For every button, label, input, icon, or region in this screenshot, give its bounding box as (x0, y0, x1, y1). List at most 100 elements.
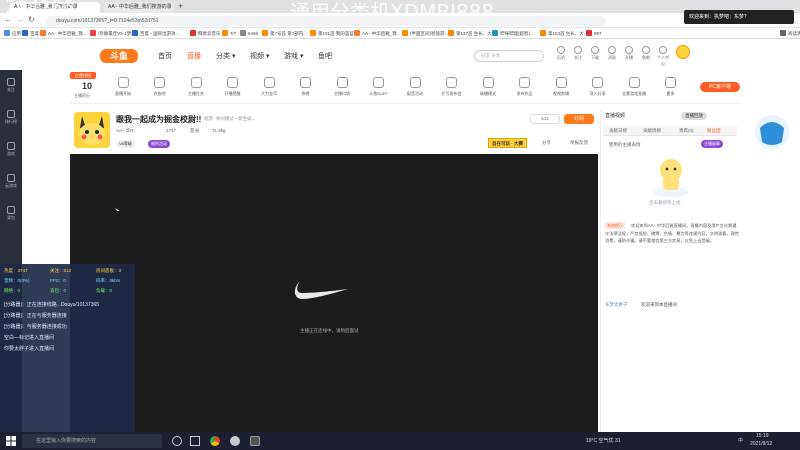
toolbar-item[interactable]: 主播口袋 (329, 77, 355, 97)
pc-client-button[interactable]: PC客户端 (700, 82, 740, 92)
toolbar-item[interactable]: 亦鱼吧 (147, 77, 173, 97)
streamer-avatar[interactable] (74, 112, 110, 148)
forward-icon[interactable]: → (16, 15, 24, 24)
bookmark-label: 网易云音乐 (198, 31, 221, 36)
bookmark-item[interactable]: 阅读清单 (780, 29, 800, 38)
toolbar-item-label: 开播提醒 (224, 91, 241, 96)
toolbar-item[interactable]: 主播任务 (183, 77, 209, 97)
bookmark-item[interactable]: AA - 中华后雅_我... (40, 29, 87, 38)
nav-category[interactable]: 分类 ▾ (216, 51, 235, 61)
toolbar-item[interactable]: 全景游戏直播 (621, 77, 647, 97)
toolbar-item[interactable]: 配音活动 (402, 77, 428, 97)
clock-date[interactable]: 2021/9/12 (750, 441, 772, 447)
broadcast-icon[interactable]: 开播 (623, 46, 635, 61)
bookmark-item[interactable]: AA - 中华后雅_我... (354, 29, 401, 38)
sidebar-follow[interactable]: 关注 (0, 78, 22, 93)
tab-vip[interactable]: 贵宾(0) (679, 128, 694, 134)
toolbar-item[interactable]: 直播开始 (110, 77, 136, 97)
event-badge[interactable]: 福利活动 (148, 140, 170, 148)
weather-status[interactable]: 19°C 空气优 31 (586, 437, 621, 444)
browser-tab[interactable]: AA - 中华后雅_我们搜游的录 (104, 2, 174, 13)
sidebar-cloud-game[interactable]: 云游戏 (0, 174, 22, 189)
bookmark-item[interactable]: 百度 - 国际出游攻... (132, 29, 179, 38)
search-input[interactable]: 好友 分享... (474, 50, 544, 62)
app-icon[interactable] (230, 436, 240, 446)
clock-time[interactable]: 15:19 (756, 433, 769, 439)
promo-banner[interactable]: 自在可玩 · 大赛 (488, 138, 527, 148)
bookmark-item[interactable]: (半面区间)智能游... (402, 29, 448, 38)
fishbar-icon[interactable]: 鱼吧 (640, 46, 652, 61)
host-name[interactable]: AA - 华R (116, 128, 134, 134)
replay-link[interactable]: 直播回放 (681, 112, 707, 120)
nav-home[interactable]: 首页 (158, 51, 172, 61)
bookmark-item[interactable]: 6466 (240, 29, 258, 38)
back-icon[interactable]: ← (4, 15, 12, 24)
toolbar-item[interactable]: 联播模式 (475, 77, 501, 97)
site-logo[interactable]: 斗鱼 (100, 49, 138, 63)
toolbar-item-label: 亦鱼吧 (153, 91, 166, 96)
avatar[interactable] (676, 45, 690, 59)
url-field[interactable]: douyu.com/10137365?_t=0.7124e53m52d751 (46, 16, 606, 26)
toolbar-item[interactable]: 视频剪辑 (548, 77, 574, 97)
history-icon[interactable]: 历史 (555, 46, 567, 61)
bookmark-item[interactable]: 应用 (4, 29, 21, 38)
bookmark-item[interactable]: 7/7 (222, 29, 236, 38)
obs-icon[interactable] (250, 436, 260, 446)
toolbar-item-icon (592, 77, 603, 88)
stat-follow: 关注：513 (50, 268, 72, 273)
toolbar-item[interactable]: 扩写发布会 (439, 77, 465, 97)
stat-load: 负载：0 (96, 288, 113, 293)
toolbar-item-icon (555, 77, 567, 88)
bookmark-item[interactable]: 第153首 生长、大... (540, 29, 588, 38)
report-button[interactable]: 举报反馈 (570, 140, 588, 146)
nav-game[interactable]: 游戏 ▾ (284, 51, 303, 61)
follow-icon[interactable]: 关注 (572, 46, 584, 61)
bookmark-item[interactable]: 网易云音乐 (190, 29, 221, 38)
start-windows-icon[interactable] (6, 436, 16, 446)
cortana-icon[interactable] (172, 436, 182, 446)
toolbar-item[interactable]: 发布作品 (512, 77, 538, 97)
toolbar-item[interactable]: 热榜 (293, 77, 319, 97)
toolbar-item[interactable]: 导入分享 (585, 77, 611, 97)
bookmark-item[interactable]: 第137首 生长、大... (448, 29, 496, 38)
mini-badge[interactable]: 主播勋章 (701, 140, 723, 148)
video-player[interactable]: 主播正在连线中，请稍后面试 (70, 154, 598, 432)
sidebar-ranking[interactable]: 排行榜 (0, 110, 22, 125)
share-button[interactable]: 分享 (542, 140, 551, 146)
nav-fishbar[interactable]: 鱼吧 (318, 51, 332, 61)
bookmark-favicon-icon (310, 30, 316, 36)
toolbar-item[interactable]: 开播提醒 (220, 77, 246, 97)
toolbar-item[interactable]: 斗鱼BUFF (366, 77, 392, 97)
bookmark-item[interactable]: 哔咪哔哩(超智)... (492, 29, 534, 38)
follow-button[interactable]: 订阅 (564, 114, 594, 124)
ime-indicator[interactable]: 中 (738, 437, 743, 444)
taskbar-search-input[interactable]: 在这里输入你要搜索的内容 (22, 434, 162, 448)
room-category[interactable]: 端游 (204, 116, 213, 122)
promo-side-ad[interactable] (752, 112, 792, 152)
new-tab-button[interactable]: + (178, 1, 183, 11)
toolbar-item[interactable]: 大力金币 (256, 77, 282, 97)
reload-icon[interactable]: ↻ (28, 15, 35, 24)
bookmark-item[interactable]: 897 (586, 29, 602, 38)
chrome-icon[interactable] (210, 436, 220, 446)
nav-live[interactable]: 直播 (187, 51, 201, 61)
chat-username[interactable]: 东梦太胖子 (605, 302, 628, 308)
download-icon[interactable]: 下载 (589, 46, 601, 61)
task-view-icon[interactable] (190, 436, 200, 446)
tab-fan-club[interactable]: 粉丝团 (707, 128, 721, 134)
sidebar-backpack[interactable]: 背包 (0, 206, 22, 221)
tab-weekly-rank[interactable]: 贡献周榜 (643, 128, 661, 134)
toolbar-item[interactable]: 更多 (658, 77, 684, 97)
sidebar-game[interactable]: 游戏 (0, 142, 22, 157)
tab-daily-rank[interactable]: 贡献日榜 (609, 128, 627, 134)
nav-video[interactable]: 视频 ▾ (250, 51, 269, 61)
bookmark-label: 第101首 我的蓝蓝... (318, 31, 358, 36)
message-icon[interactable]: 消息 (606, 46, 618, 61)
bookmark-item[interactable]: 第101首 我的蓝蓝... (310, 29, 358, 38)
profile-icon[interactable]: 个人中心 (657, 46, 669, 67)
right-rank-label[interactable]: 直播视频 (605, 112, 625, 119)
bookmark-item[interactable]: 第7号首 第7部内... (262, 29, 307, 38)
subscribe-count: 512 (530, 114, 560, 124)
bookmark-item[interactable]: 百度 (22, 29, 39, 38)
notification-toast: 欢迎来到：执梦吧：东梦？ (684, 10, 794, 24)
